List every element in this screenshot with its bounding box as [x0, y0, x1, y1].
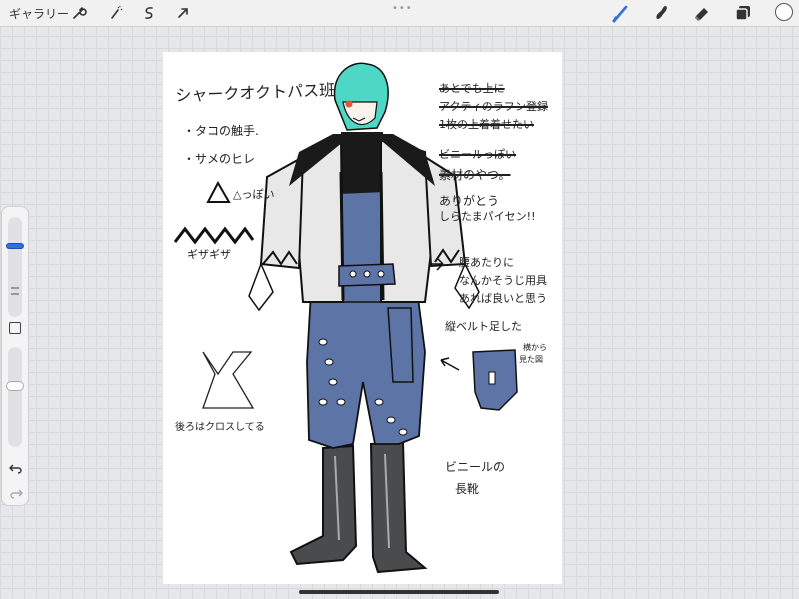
pouch-buckle: [488, 371, 496, 385]
boots-note-2: 長靴: [455, 482, 480, 496]
vinyl-strike: ビニールっぽい: [439, 148, 516, 161]
pouch-arrow: [440, 357, 460, 371]
brush-size-slider[interactable]: [6, 217, 24, 317]
color-picker-swatch[interactable]: [775, 3, 793, 21]
brush-icon[interactable]: [611, 3, 631, 23]
waist-note-1: 腰あたりに: [459, 256, 514, 269]
home-indicator[interactable]: [299, 590, 499, 594]
drawing-canvas[interactable]: シャークオクトパス班 ・タコの触手. ・サメのヒレ △っぽい ギザギザ 後ろはク…: [163, 52, 562, 584]
left-hand: [248, 261, 274, 312]
left-boot: [289, 444, 358, 566]
waist-note-3: あれば良いと思う: [459, 292, 547, 305]
opacity-thumb[interactable]: [6, 381, 24, 392]
transform-arrow-icon[interactable]: [174, 4, 192, 22]
thanks-line-1: ありがとう: [439, 194, 500, 208]
right-boot: [369, 440, 428, 574]
selection-s-icon[interactable]: [140, 4, 158, 22]
belt-note: 縦ベルト足した: [445, 320, 522, 333]
strike-line-3: 1枚の上着着せたい: [439, 118, 534, 131]
waist-note-2: なんかそうじ用具: [459, 274, 547, 287]
cargo-pocket: [387, 307, 414, 383]
boots-note-1: ビニールの: [445, 460, 506, 474]
side-view-note-2: 見た図: [519, 355, 543, 364]
strike-line-1: あとでも上に: [439, 82, 505, 95]
triangle-sample: [206, 180, 231, 203]
bullet-fin: ・サメのヒレ: [183, 152, 256, 166]
actions-wrench-icon[interactable]: [70, 4, 88, 22]
redo-icon[interactable]: [9, 487, 23, 499]
zigzag-sample: [173, 226, 255, 245]
side-view-note-1: 横から: [523, 343, 547, 352]
smudge-icon[interactable]: [651, 3, 671, 23]
thanks-line-2: しらたまパイセン!!: [439, 210, 536, 223]
adjustments-wand-icon[interactable]: [107, 4, 125, 22]
strike-line-2: アクティのラフン登録: [439, 100, 549, 113]
size-tick: [11, 287, 19, 289]
triangle-note: △っぽい: [233, 188, 275, 201]
eraser-icon[interactable]: [692, 3, 712, 23]
gallery-button[interactable]: ギャラリー: [9, 5, 69, 22]
red-eye: [345, 100, 353, 108]
zigzag-label: ギザギザ: [187, 248, 231, 261]
undo-icon[interactable]: [9, 462, 23, 474]
layers-icon[interactable]: [733, 3, 753, 23]
bullet-tentacle: ・タコの触手.: [183, 124, 259, 138]
size-tick: [11, 293, 19, 295]
drag-handle-dots[interactable]: •••: [392, 3, 413, 14]
back-cross-note: 後ろはクロスしてる: [175, 422, 265, 433]
opacity-slider[interactable]: [6, 347, 24, 447]
material-strike: 素材のやつ。: [439, 168, 511, 182]
modify-square-button[interactable]: [9, 322, 21, 334]
left-sidebar: [1, 206, 29, 506]
belt-rings: [349, 270, 385, 278]
top-toolbar: ギャラリー •••: [0, 0, 799, 27]
back-cross-sketch: [202, 351, 255, 409]
brush-size-thumb[interactable]: [6, 243, 24, 250]
